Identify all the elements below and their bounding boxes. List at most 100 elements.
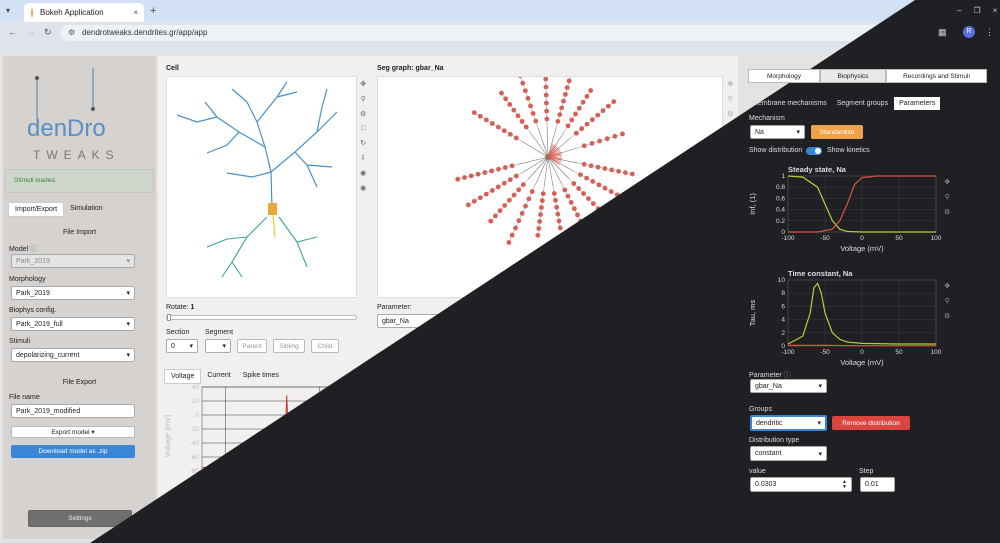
zoom-icon[interactable]: ⚲ bbox=[726, 403, 731, 411]
sidebar: denDro TWEAKS Stimuli loaded. Import/Exp… bbox=[3, 56, 156, 539]
status-message: Stimuli loaded. bbox=[5, 169, 154, 193]
stimuli-select[interactable]: depolarizing_current ▾ bbox=[11, 348, 135, 362]
address-bar[interactable]: dendrotweaks.dendrites.gr/app/app bbox=[60, 25, 920, 41]
rotate-slider[interactable] bbox=[166, 314, 357, 321]
biophys-select[interactable]: Park_2019_full ▾ bbox=[11, 317, 135, 331]
save-icon[interactable]: ⇩ bbox=[360, 154, 366, 162]
wheel-zoom-icon[interactable]: ⚙ bbox=[727, 110, 733, 118]
wheel-zoom-icon[interactable]: ⚙ bbox=[360, 110, 366, 118]
box-select-icon[interactable]: □ bbox=[361, 125, 365, 132]
y-tick-label: -100 bbox=[186, 482, 199, 489]
kinetics-toggle[interactable] bbox=[806, 147, 822, 155]
segment-select[interactable]: ▾ bbox=[205, 339, 231, 353]
help-icon[interactable]: ⓘ bbox=[30, 246, 37, 253]
reload-icon[interactable]: ↻ bbox=[44, 27, 52, 38]
pan-icon[interactable]: ✥ bbox=[944, 282, 950, 290]
wheel-zoom-icon[interactable]: ⚙ bbox=[944, 208, 950, 216]
maximize-icon[interactable]: ❐ bbox=[973, 6, 980, 15]
new-tab-icon[interactable]: + bbox=[150, 5, 156, 17]
cell-plot[interactable] bbox=[166, 76, 357, 298]
tab-biophysics[interactable]: Biophysics bbox=[820, 69, 886, 83]
reset-icon[interactable]: ↻ bbox=[725, 447, 731, 455]
time-constant-chart[interactable]: -100 -50 0 50 100 0 2 4 6 8 10Time constant, Na Vol… bbox=[746, 264, 942, 368]
steady-state-chart[interactable]: -100 -50 0 50 100 0 0.2 0.4 0.6 0.8 1Steady state,… bbox=[746, 160, 942, 264]
close-icon[interactable]: × bbox=[133, 8, 138, 17]
model-select[interactable]: Park_2019 ▾ bbox=[11, 254, 135, 268]
tab-list-icon[interactable]: ▾ bbox=[6, 6, 10, 15]
rp-parameter-select[interactable]: gbar_Na ▾ bbox=[750, 379, 827, 393]
y-tick-label: -40 bbox=[190, 440, 200, 447]
child-button[interactable]: Child bbox=[311, 339, 339, 353]
tab-morphology[interactable]: Morphology bbox=[748, 69, 820, 83]
export-model-button[interactable]: Export model ▾ bbox=[11, 426, 135, 438]
slider-handle[interactable] bbox=[167, 314, 171, 321]
zoom-icon[interactable]: ⚲ bbox=[361, 95, 366, 103]
minimize-icon[interactable]: – bbox=[957, 6, 961, 15]
value-spinner[interactable]: 0.0303 ▲ ▼ bbox=[750, 477, 852, 492]
reset-icon[interactable]: ↻ bbox=[727, 139, 733, 147]
zoom-icon[interactable]: ⚲ bbox=[945, 297, 950, 305]
tab-import-export[interactable]: Import/Export bbox=[8, 202, 65, 217]
file-name-input[interactable]: Park_2019_modified bbox=[11, 404, 135, 418]
back-icon[interactable]: ← bbox=[8, 27, 17, 37]
segment-edge bbox=[474, 112, 523, 142]
x-tick-label: 800 bbox=[597, 488, 608, 495]
parent-button[interactable]: Parent bbox=[237, 339, 267, 353]
save-icon[interactable]: ⇩ bbox=[727, 154, 733, 162]
mechanism-select[interactable]: Na ▾ bbox=[750, 125, 805, 139]
settings-button[interactable]: Settings bbox=[28, 510, 132, 527]
y-axis-label: Voltage (mV) bbox=[163, 414, 172, 458]
download-button[interactable]: Download model as .zip bbox=[11, 445, 135, 458]
distribution-type-select[interactable]: constant ▾ bbox=[750, 446, 827, 461]
remove-distribution-button[interactable]: Remove distribution bbox=[832, 416, 910, 430]
zoom-icon[interactable]: ⚲ bbox=[945, 193, 950, 201]
forward-icon[interactable]: → bbox=[26, 27, 35, 37]
freeze-toggle[interactable] bbox=[167, 516, 183, 524]
groups-select[interactable]: dendritic ▾ bbox=[750, 415, 827, 431]
chevron-down-icon: ▾ bbox=[818, 383, 822, 390]
standardize-button[interactable]: Standardize bbox=[811, 125, 863, 139]
extensions-icon[interactable]: ▦ bbox=[938, 27, 947, 38]
site-info-icon[interactable]: ⚙ bbox=[68, 28, 75, 37]
tap-icon[interactable]: □ bbox=[726, 433, 730, 440]
pan-icon[interactable]: ✥ bbox=[725, 388, 731, 396]
avatar[interactable]: R bbox=[963, 26, 975, 38]
wheel-zoom-icon[interactable]: ⚙ bbox=[725, 418, 731, 426]
voltage-trace-chart[interactable]: 0 200 400 600 800 1000 -100 -80 -60 -40 -20 0 20 40 Ti… bbox=[160, 382, 720, 514]
biophys-label: Biophys config. bbox=[9, 307, 57, 314]
pan-icon[interactable]: ✥ bbox=[360, 80, 366, 88]
close-window-icon[interactable]: × bbox=[993, 6, 998, 15]
colormap-slider[interactable] bbox=[460, 313, 515, 322]
reset-icon[interactable]: ↻ bbox=[360, 139, 366, 147]
slider-handle[interactable] bbox=[510, 313, 515, 322]
tap-icon[interactable]: □ bbox=[728, 125, 732, 132]
zoom-icon[interactable]: ⚲ bbox=[728, 95, 733, 103]
sibling-button[interactable]: Sibling bbox=[273, 339, 305, 353]
hover-icon[interactable]: ◉ bbox=[727, 169, 733, 177]
step-input[interactable]: 0.01 bbox=[860, 477, 895, 492]
wheel-zoom-icon[interactable]: ⚙ bbox=[944, 312, 950, 320]
spinner-arrows-icon[interactable]: ▲ ▼ bbox=[842, 479, 847, 490]
morphology-label: Morphology bbox=[9, 276, 46, 283]
segment-edge bbox=[527, 156, 549, 180]
y-axis-label: Tau, ms bbox=[748, 300, 757, 327]
pan-icon[interactable]: ✥ bbox=[727, 80, 733, 88]
tab-segment-groups[interactable]: Segment groups bbox=[833, 97, 892, 110]
tab-simulation[interactable]: Simulation bbox=[64, 202, 109, 217]
seg-graph-plot[interactable] bbox=[377, 76, 723, 298]
section-select[interactable]: 0 ▾ bbox=[166, 339, 198, 353]
chevron-down-icon: ▾ bbox=[818, 450, 822, 458]
seg-parameter-select[interactable]: gbar_Na ▾ bbox=[377, 314, 455, 328]
tab-parameters[interactable]: Parameters bbox=[894, 97, 941, 110]
pan-icon[interactable]: ✥ bbox=[944, 178, 950, 186]
browser-tab[interactable]: ∥ Bokeh Application × bbox=[24, 3, 144, 22]
y-tick-label: 6 bbox=[781, 303, 785, 310]
tab-membrane-mechanisms[interactable]: Membrane mechanisms bbox=[748, 97, 831, 110]
tab-title: Bokeh Application bbox=[40, 8, 104, 17]
update-button[interactable]: Update bbox=[523, 314, 569, 328]
menu-icon[interactable]: ⋮ bbox=[985, 27, 994, 38]
help-icon[interactable]: ⓘ bbox=[784, 372, 791, 379]
tab-recordings[interactable]: Recordings and Stimuli bbox=[886, 69, 987, 83]
morphology-select[interactable]: Park_2019 ▾ bbox=[11, 286, 135, 300]
hover-icon[interactable]: ◉ bbox=[360, 169, 366, 177]
